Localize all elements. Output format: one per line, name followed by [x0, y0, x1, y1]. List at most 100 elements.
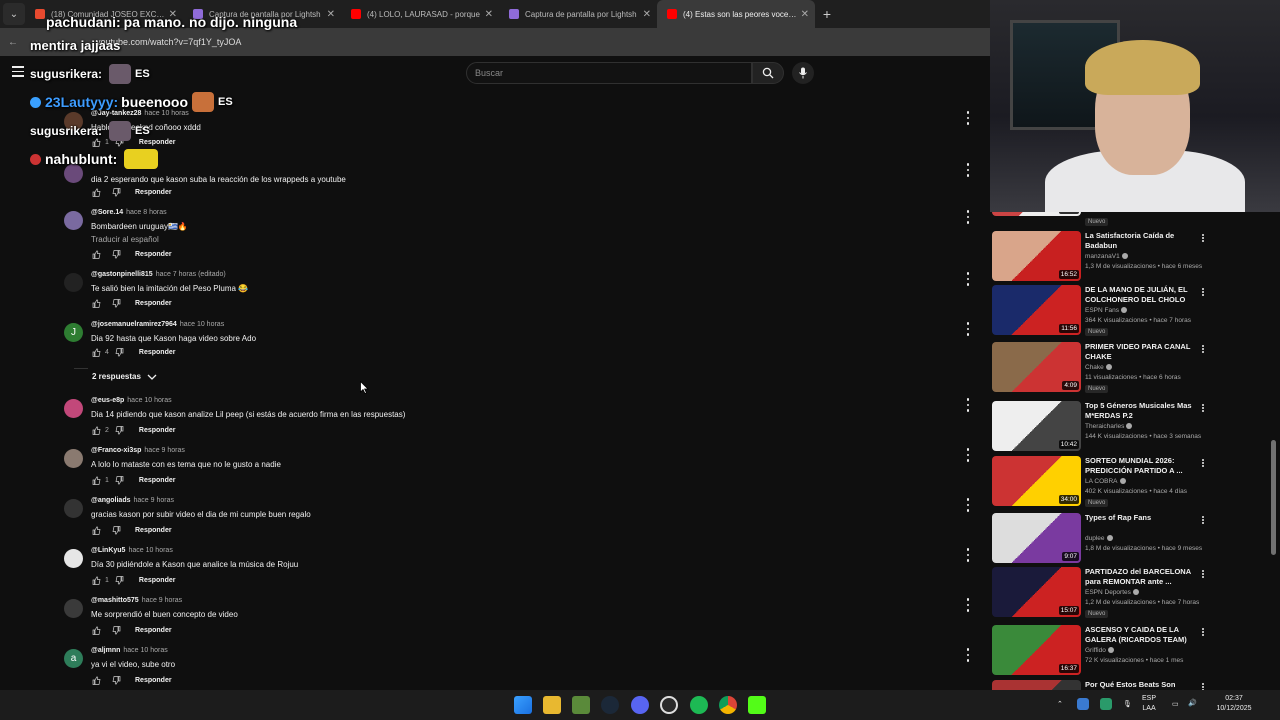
comment-more-icon[interactable]	[964, 209, 972, 225]
video-title[interactable]: Types of Rap Fans	[1085, 513, 1193, 523]
dislike-icon[interactable]	[115, 475, 125, 485]
language-indicator[interactable]: ESP LAA	[1142, 694, 1156, 714]
video-title[interactable]: PARTIDAZO del BARCELONA para REMONTAR an…	[1085, 567, 1193, 587]
tab-close-icon[interactable]: ✕	[485, 9, 493, 20]
video-channel[interactable]: ESPN Deportes	[1085, 589, 1139, 596]
clock[interactable]: 02:37 10/12/2025	[1206, 694, 1262, 714]
tab-close-icon[interactable]: ✕	[643, 9, 651, 20]
comment-author[interactable]: @eus-e8p	[91, 397, 124, 404]
file-explorer-icon[interactable]	[543, 696, 561, 714]
search-button[interactable]	[752, 62, 784, 84]
tray-shield-icon[interactable]	[1100, 698, 1112, 710]
comment-more-icon[interactable]	[964, 321, 972, 337]
comment-more-icon[interactable]	[964, 162, 972, 178]
reply-button[interactable]: Responder	[139, 349, 176, 356]
voice-search-button[interactable]	[792, 62, 814, 84]
video-channel[interactable]: Theraicharles	[1085, 423, 1133, 430]
video-thumbnail[interactable]: 16:37	[992, 625, 1081, 675]
steam-icon[interactable]	[601, 696, 619, 714]
network-icon[interactable]: ▭	[1172, 700, 1179, 710]
comment-more-icon[interactable]	[964, 447, 972, 463]
video-title[interactable]: DE LA MANO DE JULIÁN, EL COLCHONERO DEL …	[1085, 285, 1193, 307]
video-thumbnail[interactable]: 16:52	[992, 231, 1081, 281]
recommended-video[interactable]: 16:37 ASCENSO Y CAIDA DE LA GALERA (RICAR…	[992, 625, 1262, 681]
video-thumbnail[interactable]: 34:00	[992, 456, 1081, 506]
chrome-icon[interactable]	[719, 696, 737, 714]
recommended-video[interactable]: 16:52 La Satisfactoria Caída de Badabun ma…	[992, 231, 1262, 287]
like-icon[interactable]	[91, 625, 101, 635]
reply-button[interactable]: Responder	[135, 189, 172, 196]
video-thumbnail[interactable]: 10:42	[992, 401, 1081, 451]
comment-avatar[interactable]	[64, 549, 83, 568]
comment-avatar[interactable]: J	[64, 323, 83, 342]
view-replies-button[interactable]: 2 respuestas	[92, 372, 157, 381]
video-title[interactable]: PRIMER VIDEO PARA CANAL CHAKE	[1085, 342, 1193, 362]
video-thumbnail[interactable]: 11:56	[992, 285, 1081, 335]
video-title[interactable]: ASCENSO Y CAIDA DE LA GALERA (RICARDOS T…	[1085, 625, 1193, 645]
comment-time[interactable]: hace 7 horas (editado)	[156, 271, 226, 278]
comment-avatar[interactable]	[64, 211, 83, 230]
like-icon[interactable]	[91, 575, 101, 585]
reply-button[interactable]: Responder	[139, 477, 176, 484]
video-channel[interactable]: Chake	[1085, 364, 1112, 371]
dislike-icon[interactable]	[111, 625, 121, 635]
tab-close-icon[interactable]: ✕	[327, 9, 335, 20]
video-more-icon[interactable]	[1200, 233, 1206, 243]
sidebar-scrollbar[interactable]	[1271, 440, 1276, 555]
reply-button[interactable]: Responder	[135, 251, 172, 258]
comment-avatar[interactable]	[64, 499, 83, 518]
comment-avatar[interactable]	[64, 599, 83, 618]
like-icon[interactable]	[91, 298, 101, 308]
comment-author[interactable]: @LinKyu5	[91, 547, 125, 554]
comment-more-icon[interactable]	[964, 497, 972, 513]
video-more-icon[interactable]	[1200, 403, 1206, 413]
comment-avatar[interactable]	[64, 273, 83, 292]
recommended-video[interactable]: 15:07 PARTIDAZO del BARCELONA para REMONT…	[992, 567, 1262, 623]
comment-author[interactable]: @josemanuelramirez7964	[91, 321, 177, 328]
comment-time[interactable]: hace 9 horas	[142, 597, 182, 604]
new-tab-button[interactable]: +	[815, 6, 839, 22]
reply-button[interactable]: Responder	[135, 527, 172, 534]
recommended-video[interactable]: 34:00 SORTEO MUNDIAL 2026: PREDICCIÓN PAR…	[992, 456, 1262, 512]
tab-close-icon[interactable]: ✕	[801, 9, 809, 20]
like-icon[interactable]	[91, 475, 101, 485]
comment-time[interactable]: hace 10 horas	[128, 547, 172, 554]
browser-tab[interactable]: Captura de pantalla por Lightsh ✕	[499, 0, 657, 28]
video-title[interactable]: SORTEO MUNDIAL 2026: PREDICCIÓN PARTIDO …	[1085, 456, 1193, 476]
reply-button[interactable]: Responder	[139, 427, 176, 434]
like-icon[interactable]	[91, 249, 101, 259]
back-icon[interactable]: ←	[0, 37, 26, 48]
comment-author[interactable]: @aljmnn	[91, 647, 120, 654]
video-more-icon[interactable]	[1200, 569, 1206, 579]
comment-author[interactable]: @angoliads	[91, 497, 131, 504]
video-title[interactable]: Top 5 Géneros Musicales Mas M*ERDAS P.2	[1085, 401, 1193, 421]
reply-button[interactable]: Responder	[135, 677, 172, 684]
video-channel[interactable]: ESPN Fans	[1085, 307, 1127, 314]
menu-icon[interactable]	[12, 66, 24, 77]
like-icon[interactable]	[91, 425, 101, 435]
video-thumbnail[interactable]: 4:09	[992, 342, 1081, 392]
recommended-video[interactable]: 11:56 DE LA MANO DE JULIÁN, EL COLCHONERO…	[992, 285, 1262, 341]
like-icon[interactable]	[91, 525, 101, 535]
video-title[interactable]: La Satisfactoria Caída de Badabun	[1085, 231, 1193, 251]
video-thumbnail[interactable]: 9:07	[992, 513, 1081, 563]
discord-icon[interactable]	[631, 696, 649, 714]
comment-more-icon[interactable]	[964, 110, 972, 126]
video-channel[interactable]: LA COBRA	[1085, 478, 1126, 485]
comment-more-icon[interactable]	[964, 547, 972, 563]
comment-author[interactable]: @gastonpinelli815	[91, 271, 153, 278]
dislike-icon[interactable]	[111, 249, 121, 259]
search-input[interactable]: Buscar	[466, 62, 752, 84]
tab-search-button[interactable]: ⌄	[3, 3, 25, 25]
comment-time[interactable]: hace 10 horas	[180, 321, 224, 328]
dislike-icon[interactable]	[111, 525, 121, 535]
volume-icon[interactable]: 🔊	[1188, 699, 1197, 709]
comment-time[interactable]: hace 10 horas	[127, 397, 171, 404]
comment-time[interactable]: hace 8 horas	[126, 209, 166, 216]
like-icon[interactable]	[91, 187, 101, 197]
kick-icon[interactable]	[748, 696, 766, 714]
video-more-icon[interactable]	[1200, 627, 1206, 637]
video-title[interactable]: Por Qué Estos Beats Son	[1085, 680, 1193, 690]
video-more-icon[interactable]	[1200, 344, 1206, 354]
video-more-icon[interactable]	[1200, 458, 1206, 468]
